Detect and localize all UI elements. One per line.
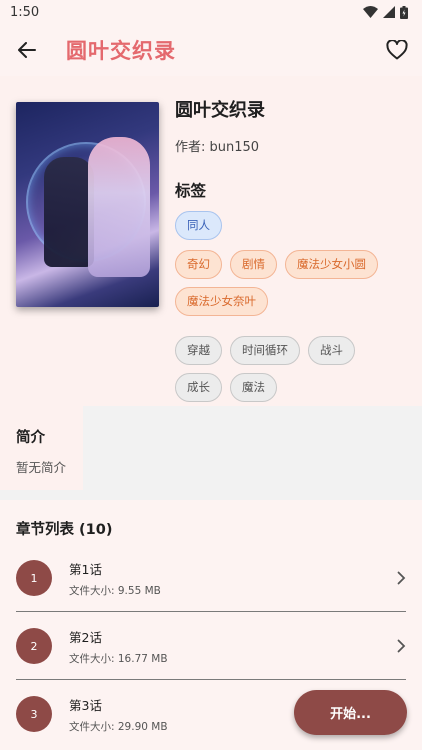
intro-card: 简介 暂无简介 xyxy=(0,406,83,490)
chapter-size: 文件大小: 16.77 MB xyxy=(69,652,168,665)
tag-chip[interactable]: 奇幻 xyxy=(175,250,222,279)
signal-icon xyxy=(383,6,395,18)
tag-chip[interactable]: 穿越 xyxy=(175,336,222,365)
back-button[interactable] xyxy=(14,37,40,63)
book-author: 作者: bun150 xyxy=(175,140,260,155)
chapter-name: 第1话 xyxy=(69,561,102,577)
intro-title: 简介 xyxy=(16,430,45,446)
tag-row-type: 同人 xyxy=(175,211,406,240)
intro-section: 简介 暂无简介 xyxy=(0,406,422,500)
book-cover-image xyxy=(16,102,159,307)
chapter-list-title: 章节列表 (10) xyxy=(16,522,113,538)
chapter-number-badge: 2 xyxy=(16,628,52,664)
battery-icon xyxy=(400,5,408,19)
tag-chip[interactable]: 战斗 xyxy=(308,336,355,365)
book-title: 圆叶交织录 xyxy=(175,100,265,121)
tag-chip[interactable]: 成长 xyxy=(175,373,222,402)
book-meta: 圆叶交织录 作者: bun150 标签 同人 奇幻 剧情 魔法少女小圆 魔法少女… xyxy=(175,94,406,402)
chapter-size: 文件大小: 9.55 MB xyxy=(69,584,161,597)
status-time: 1:50 xyxy=(10,4,40,20)
page-title: 圆叶交织录 xyxy=(66,39,176,63)
intro-text: 暂无简介 xyxy=(16,460,67,475)
tag-chip[interactable]: 同人 xyxy=(175,211,222,240)
tag-row-theme: 穿越 时间循环 战斗 成长 魔法 xyxy=(175,336,406,402)
wifi-icon xyxy=(363,6,378,18)
chapter-item[interactable]: 2 第2话 文件大小: 16.77 MB xyxy=(0,612,422,680)
favorite-button[interactable] xyxy=(384,37,410,63)
chapter-item[interactable]: 1 第1话 文件大小: 9.55 MB xyxy=(0,544,422,612)
chevron-right-icon xyxy=(394,571,408,585)
heart-outline-icon xyxy=(386,40,408,60)
arrow-back-icon xyxy=(18,42,36,58)
status-icons xyxy=(363,5,408,19)
book-info: 圆叶交织录 作者: bun150 标签 同人 奇幻 剧情 魔法少女小圆 魔法少女… xyxy=(0,76,422,406)
tag-chip[interactable]: 剧情 xyxy=(230,250,277,279)
app-bar: 圆叶交织录 xyxy=(0,24,422,76)
start-reading-button[interactable]: 开始... xyxy=(294,690,407,735)
status-bar: 1:50 xyxy=(0,0,422,24)
tag-row-genre: 奇幻 剧情 魔法少女小圆 魔法少女奈叶 xyxy=(175,250,406,316)
tags-heading: 标签 xyxy=(175,182,207,200)
tag-chip[interactable]: 时间循环 xyxy=(230,336,300,365)
chapter-number-badge: 3 xyxy=(16,696,52,732)
chapter-name: 第2话 xyxy=(69,629,102,645)
chapter-number-badge: 1 xyxy=(16,560,52,596)
chevron-right-icon xyxy=(394,639,408,653)
tag-chip[interactable]: 魔法 xyxy=(230,373,277,402)
tag-chip[interactable]: 魔法少女奈叶 xyxy=(175,287,268,316)
tag-chip[interactable]: 魔法少女小圆 xyxy=(285,250,378,279)
